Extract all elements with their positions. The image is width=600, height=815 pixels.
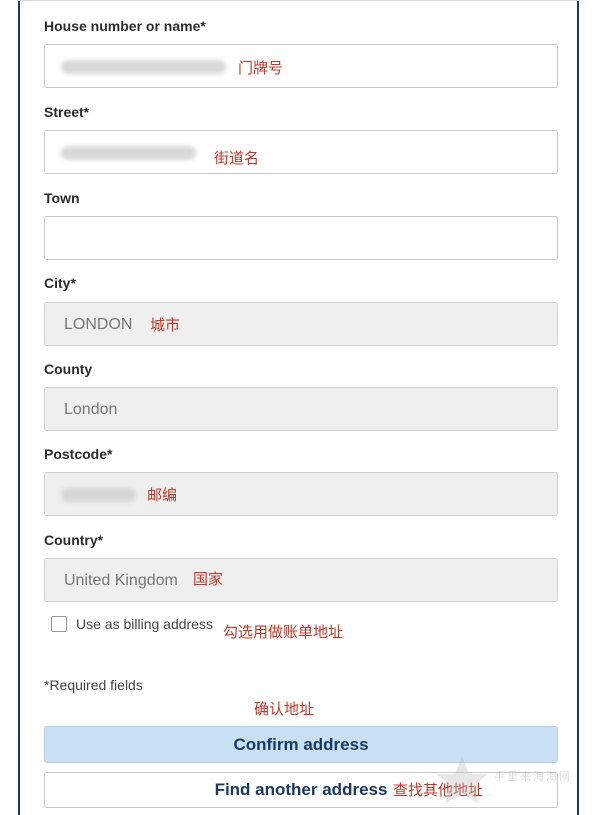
city-input[interactable]: LONDON <box>44 302 558 346</box>
city-value: LONDON <box>64 316 133 333</box>
required-fields-note: *Required fields <box>44 677 143 693</box>
house-input[interactable] <box>44 44 558 88</box>
postcode-label: Postcode* <box>44 446 113 462</box>
county-input[interactable]: London <box>44 387 558 431</box>
street-annotation: 街道名 <box>214 149 260 167</box>
redacted-house-value <box>61 60 226 74</box>
street-input[interactable] <box>44 130 558 174</box>
county-label: County <box>44 361 93 377</box>
country-input[interactable]: United Kingdom <box>44 558 558 602</box>
find-another-address-label: Find another address <box>214 780 388 799</box>
postcode-input[interactable] <box>44 472 558 516</box>
house-annotation: 门牌号 <box>238 59 284 77</box>
house-label: House number or name* <box>44 18 206 34</box>
town-label: Town <box>44 190 80 206</box>
watermark-star-icon <box>436 756 488 804</box>
redacted-street-value <box>61 146 196 160</box>
billing-checkbox-label[interactable]: Use as billing address <box>76 616 213 632</box>
watermark-text: 手里来海淘网 <box>494 770 572 783</box>
billing-checkbox[interactable] <box>51 616 67 632</box>
street-label: Street* <box>44 104 90 120</box>
city-annotation: 城市 <box>150 316 181 334</box>
county-value: London <box>64 401 118 418</box>
country-annotation: 国家 <box>193 570 224 588</box>
watermark-logo: 手里来海淘网 <box>432 752 592 808</box>
frame-top-border <box>18 0 579 1</box>
confirm-annotation: 确认地址 <box>254 700 315 718</box>
town-input[interactable] <box>44 216 558 260</box>
postcode-annotation: 邮编 <box>147 486 178 504</box>
redacted-postcode-value <box>61 488 136 502</box>
country-label: Country* <box>44 532 104 548</box>
billing-annotation: 勾选用做账单地址 <box>223 623 344 641</box>
city-label: City* <box>44 275 76 291</box>
country-value: United Kingdom <box>64 572 178 589</box>
